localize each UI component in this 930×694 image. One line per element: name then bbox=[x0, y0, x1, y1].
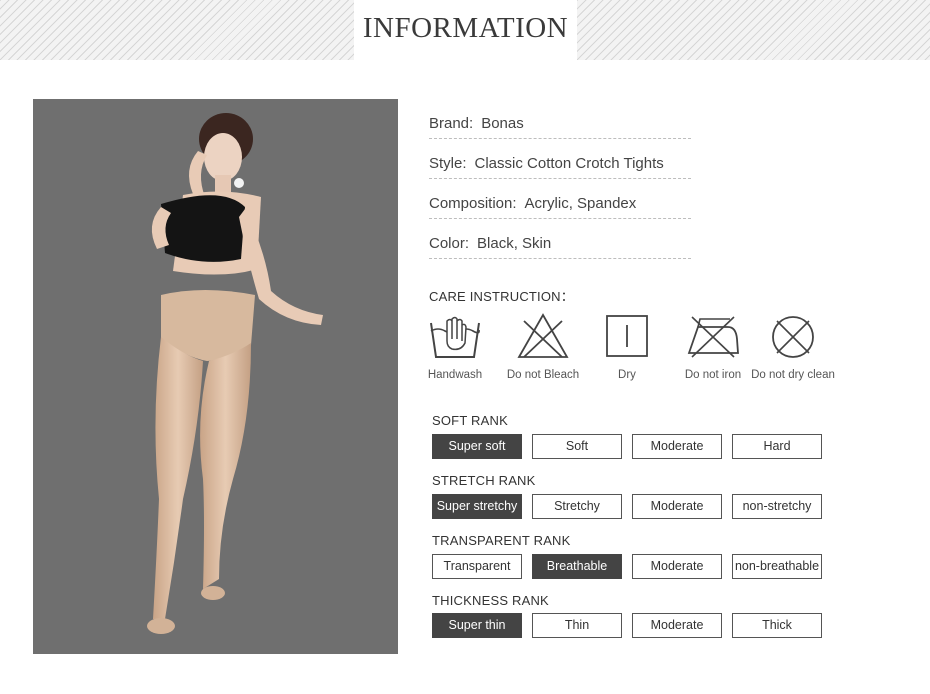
color-label: Color: bbox=[429, 235, 470, 252]
soft-rank-option-moderate[interactable]: Moderate bbox=[632, 434, 722, 459]
info-row-brand: Brand: Bonas bbox=[429, 101, 691, 139]
transparent-rank-option-breathable[interactable]: Breathable bbox=[532, 554, 622, 579]
header-hatch-right bbox=[577, 0, 930, 60]
stretch-rank-title: STRETCH RANK bbox=[432, 473, 536, 488]
style-value: Classic Cotton Crotch Tights bbox=[474, 155, 664, 172]
info-row-color: Color: Black, Skin bbox=[429, 221, 691, 259]
do-not-dry-clean-icon bbox=[772, 316, 814, 358]
soft-rank-option-soft[interactable]: Soft bbox=[532, 434, 622, 459]
soft-rank-option-super-soft[interactable]: Super soft bbox=[432, 434, 522, 459]
care-instruction-title: CARE INSTRUCTION： bbox=[429, 289, 574, 304]
composition-value: Acrylic, Spandex bbox=[524, 195, 637, 212]
info-row-composition: Composition: Acrylic, Spandex bbox=[429, 181, 691, 219]
transparent-rank-option-transparent[interactable]: Transparent bbox=[432, 554, 522, 579]
stretch-rank-option-stretchy[interactable]: Stretchy bbox=[532, 494, 622, 519]
thickness-rank-title: THICKNESS RANK bbox=[432, 593, 549, 608]
care-item-do-not-dry-clean: Do not dry clean bbox=[743, 313, 843, 381]
style-label: Style: bbox=[429, 155, 467, 172]
do-not-iron-icon bbox=[687, 316, 739, 358]
care-label-dry: Dry bbox=[618, 369, 636, 381]
dry-icon bbox=[606, 315, 648, 357]
thickness-rank-option-super-thin[interactable]: Super thin bbox=[432, 613, 522, 638]
do-not-bleach-icon bbox=[517, 313, 569, 358]
handwash-icon bbox=[430, 316, 480, 358]
color-value: Black, Skin bbox=[477, 235, 552, 252]
stretch-rank-option-non-stretchy[interactable]: non-stretchy bbox=[732, 494, 822, 519]
stretch-rank-option-super-stretchy[interactable]: Super stretchy bbox=[432, 494, 522, 519]
stretch-rank-option-moderate[interactable]: Moderate bbox=[632, 494, 722, 519]
brand-label: Brand: bbox=[429, 115, 474, 132]
thickness-rank-option-thick[interactable]: Thick bbox=[732, 613, 822, 638]
care-item-dry: Dry bbox=[577, 313, 677, 381]
thickness-rank-option-moderate[interactable]: Moderate bbox=[632, 613, 722, 638]
soft-rank-title: SOFT RANK bbox=[432, 413, 508, 428]
transparent-rank-option-non-breathable[interactable]: non-breathable bbox=[732, 554, 822, 579]
transparent-rank-option-moderate[interactable]: Moderate bbox=[632, 554, 722, 579]
product-photo bbox=[33, 99, 398, 654]
page-title: INFORMATION bbox=[362, 12, 569, 44]
brand-value: Bonas bbox=[481, 115, 524, 132]
care-label-handwash: Handwash bbox=[427, 369, 483, 381]
thickness-rank-option-thin[interactable]: Thin bbox=[532, 613, 622, 638]
soft-rank-option-hard[interactable]: Hard bbox=[732, 434, 822, 459]
info-row-style: Style: Classic Cotton Crotch Tights bbox=[429, 141, 691, 179]
composition-label: Composition: bbox=[429, 195, 517, 212]
care-label-do-not-dry-clean: Do not dry clean bbox=[751, 369, 835, 381]
transparent-rank-title: TRANSPARENT RANK bbox=[432, 533, 571, 548]
model-figure bbox=[147, 113, 323, 634]
header-hatch-left bbox=[0, 0, 354, 60]
care-item-handwash: Handwash bbox=[405, 313, 505, 381]
